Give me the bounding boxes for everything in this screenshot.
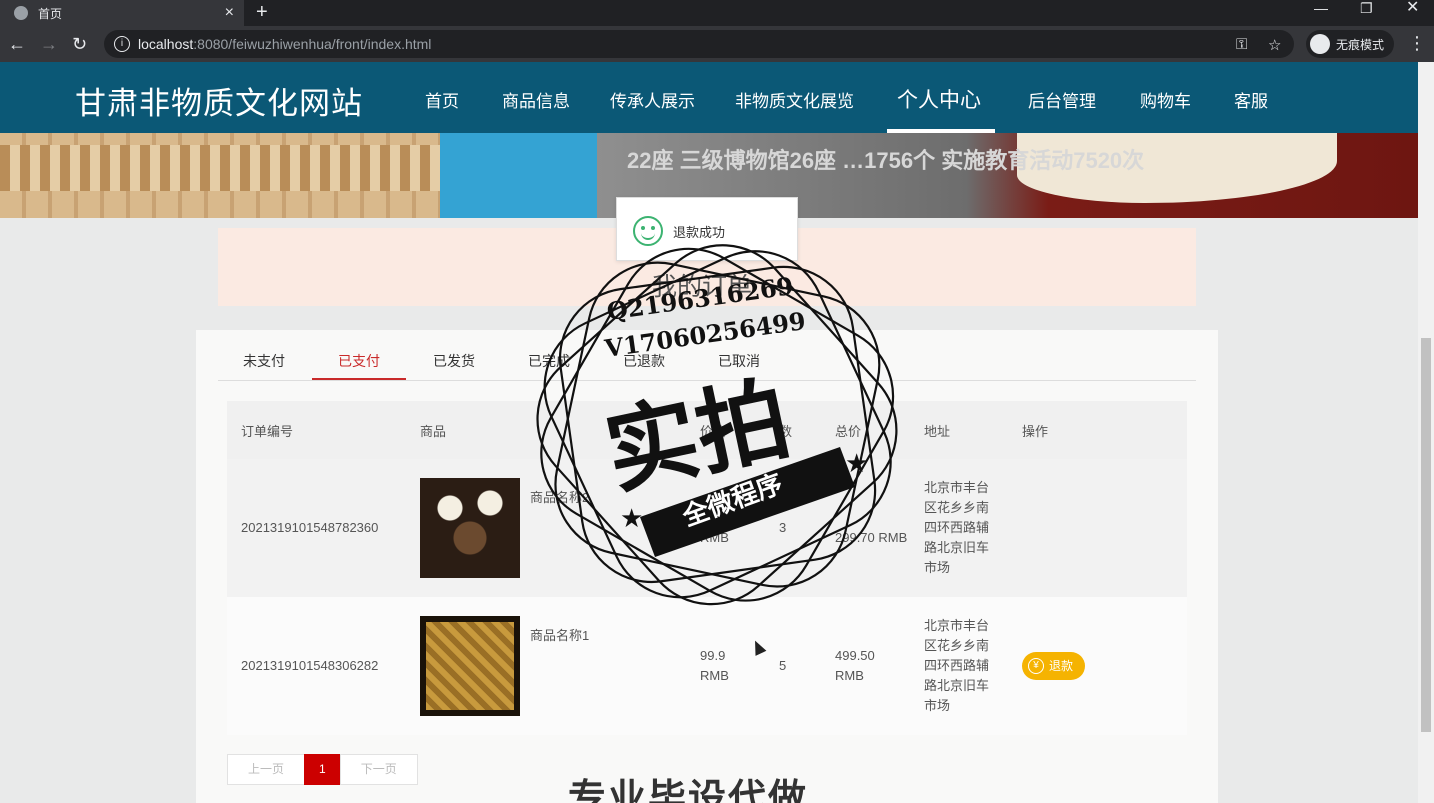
address: 北京市丰台区花乡乡南四环西路辅路北京旧车市场 — [924, 480, 990, 575]
table-row: 2021319101548306282 商品名称1 99.9 RMB 5 499… — [227, 597, 1187, 735]
nav-inheritors[interactable]: 传承人展示 — [610, 87, 695, 112]
product-name[interactable]: 商品名称1 — [530, 626, 589, 646]
col-action: 操作 — [1022, 423, 1049, 439]
globe-icon — [14, 6, 28, 20]
action-cell — [1022, 459, 1187, 597]
browser-tab[interactable]: 首页 × — [0, 0, 244, 26]
menu-icon[interactable]: ⋮ — [1408, 33, 1426, 54]
order-id: 2021319101548782360 — [241, 520, 379, 535]
product-image[interactable] — [420, 478, 520, 578]
product-image[interactable] — [420, 616, 520, 716]
refund-label: 退款 — [1049, 659, 1074, 673]
incognito-label: 无痕模式 — [1336, 37, 1385, 52]
banner-image-left — [0, 133, 597, 218]
total: 499.50 RMB — [835, 648, 875, 683]
back-icon[interactable]: ← — [8, 34, 26, 54]
refund-button[interactable]: ¥ 退款 — [1022, 652, 1086, 680]
price: 99.9 RMB — [700, 648, 729, 683]
pagination: 上一页 1 下一页 — [227, 754, 418, 785]
nav-cart[interactable]: 购物车 — [1140, 87, 1191, 112]
tab-title: 首页 — [38, 6, 63, 21]
address-bar: ← → ↻ i localhost:8080/feiwuzhiwenhua/fr… — [0, 26, 1434, 62]
new-tab-icon[interactable]: + — [256, 0, 268, 24]
nav-home[interactable]: 首页 — [425, 87, 459, 112]
url-input[interactable]: i localhost:8080/feiwuzhiwenhua/front/in… — [104, 30, 1294, 58]
banner-text: 22座 三级博物馆26座 …1756个 实施教育活动7520次 — [627, 148, 1145, 173]
next-page-button[interactable]: 下一页 — [339, 754, 418, 785]
quantity: 5 — [779, 658, 787, 673]
tab-shipped[interactable]: 已发货 — [433, 351, 475, 371]
yen-icon: ¥ — [1028, 658, 1044, 674]
watermark-bottom-text: 专业毕设代做 — [568, 778, 809, 803]
nav-products[interactable]: 商品信息 — [502, 87, 570, 112]
reload-icon[interactable]: ↻ — [72, 34, 87, 54]
incognito-badge[interactable]: 无痕模式 — [1306, 30, 1394, 58]
svg-text:★: ★ — [845, 448, 868, 478]
forward-icon[interactable]: → — [40, 34, 58, 54]
close-tab-icon[interactable]: × — [225, 4, 234, 22]
close-window-icon[interactable]: ✕ — [1406, 0, 1419, 16]
scrollbar[interactable] — [1418, 62, 1434, 803]
tab-paid[interactable]: 已支付 — [338, 351, 380, 371]
browser-tabbar: 首页 × + — ❐ ✕ — [0, 0, 1434, 26]
scrollbar-thumb[interactable] — [1421, 338, 1431, 732]
page-1-button[interactable]: 1 — [304, 754, 341, 785]
product-cell: 商品名称1 — [420, 616, 700, 716]
order-id: 2021319101548306282 — [241, 658, 379, 673]
page: 甘肃非物质文化网站 首页 商品信息 传承人展示 非物质文化展览 个人中心 后台管… — [0, 62, 1418, 803]
info-icon[interactable]: i — [114, 36, 130, 52]
restore-icon[interactable]: ❐ — [1360, 0, 1373, 16]
nav-personal-center[interactable]: 个人中心 — [897, 84, 981, 114]
col-order-id: 订单编号 — [241, 423, 294, 439]
col-address: 地址 — [924, 423, 951, 439]
nav-exhibition[interactable]: 非物质文化展览 — [735, 87, 854, 112]
site-header: 甘肃非物质文化网站 首页 商品信息 传承人展示 非物质文化展览 个人中心 后台管… — [0, 62, 1418, 133]
site-title[interactable]: 甘肃非物质文化网站 — [75, 78, 363, 123]
star-icon[interactable]: ☆ — [1268, 36, 1281, 54]
url-path: :8080/feiwuzhiwenhua/front/index.html — [193, 36, 432, 52]
key-icon[interactable]: ⚿ — [1236, 36, 1247, 53]
incognito-icon — [1310, 34, 1330, 54]
url-host: localhost — [138, 36, 194, 52]
nav-admin[interactable]: 后台管理 — [1028, 87, 1096, 112]
prev-page-button[interactable]: 上一页 — [227, 754, 306, 785]
tab-unpaid[interactable]: 未支付 — [243, 351, 285, 371]
nav-service[interactable]: 客服 — [1234, 87, 1268, 112]
minimize-icon[interactable]: — — [1314, 0, 1328, 16]
address: 北京市丰台区花乡乡南四环西路辅路北京旧车市场 — [924, 618, 990, 713]
active-tab-indicator — [312, 378, 406, 380]
